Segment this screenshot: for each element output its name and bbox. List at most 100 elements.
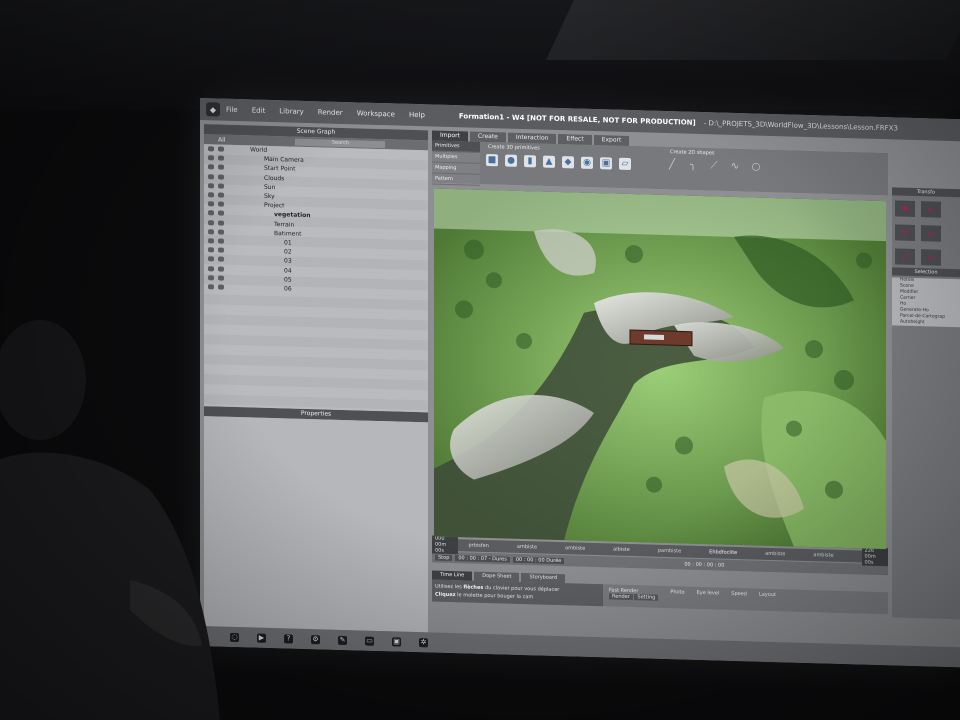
polyline-icon[interactable]: ⟋	[707, 160, 721, 172]
visibility-icon[interactable]	[208, 183, 214, 189]
cone-icon[interactable]: ▲	[543, 155, 555, 168]
visibility-icon[interactable]	[208, 247, 214, 253]
lock-icon[interactable]	[218, 155, 224, 161]
selection-header: Selection	[892, 267, 960, 278]
lock-icon[interactable]	[218, 229, 224, 235]
create-3d-label: Create 3D primitives	[488, 144, 540, 152]
tree-label: Clouds	[264, 174, 285, 183]
render-icon[interactable]: ▣	[392, 636, 401, 647]
ribbon-side: Primitives Multiples Mapping Pattern	[432, 140, 480, 186]
lock-icon[interactable]	[218, 174, 224, 180]
visibility-icon[interactable]	[208, 284, 214, 290]
timeline-tick: ambiste	[813, 552, 834, 559]
help-icon[interactable]: ?	[284, 633, 293, 644]
settings-icon[interactable]: ⚙	[311, 634, 320, 644]
3d-viewport[interactable]	[434, 188, 886, 550]
visibility-icon[interactable]	[208, 146, 214, 152]
tools-icon[interactable]: ✎	[338, 635, 347, 645]
lock-icon[interactable]	[218, 266, 224, 272]
time-field[interactable]: 00 : 00 : 00 Durée	[512, 556, 565, 564]
monitor-icon[interactable]: ▭	[365, 636, 374, 646]
timeline-tick: ambiste	[516, 543, 538, 551]
lock-icon[interactable]	[218, 146, 224, 152]
pyramid-icon[interactable]: ◆	[562, 156, 574, 169]
menu-render[interactable]: Render	[318, 108, 343, 117]
tree-label: Sky	[264, 192, 275, 201]
rotate-icon[interactable]: ↻	[895, 224, 915, 241]
plane-icon[interactable]: ▱	[619, 157, 631, 171]
media-icon[interactable]: ▶	[257, 633, 266, 643]
visibility-icon[interactable]	[208, 164, 214, 170]
gear-icon[interactable]: ✲	[419, 637, 428, 647]
tree-label: Batiment	[274, 229, 302, 238]
visibility-icon[interactable]	[208, 173, 214, 180]
lock-icon[interactable]	[218, 183, 224, 189]
lock-icon[interactable]	[218, 164, 224, 171]
setting-button[interactable]: Setting	[634, 594, 659, 601]
tree-label: 06	[284, 285, 292, 293]
sphere-icon[interactable]: ●	[505, 154, 517, 167]
scale-icon[interactable]: ⤢	[895, 248, 915, 265]
start-icon[interactable]: ◌	[230, 632, 239, 642]
menu-workspace[interactable]: Workspace	[357, 109, 395, 118]
visibility-icon[interactable]	[208, 155, 214, 161]
lock-icon[interactable]	[218, 201, 224, 207]
timeline-start: 000 00m 00s	[432, 535, 459, 555]
list-item[interactable]: Autoheight	[892, 319, 960, 327]
box-icon[interactable]: ▣	[600, 157, 612, 170]
duration-field[interactable]: 00 : 00 : 07 - Dures	[455, 554, 510, 563]
move-value[interactable]: ▭	[921, 201, 941, 218]
lock-icon[interactable]	[218, 256, 224, 263]
visibility-icon[interactable]	[208, 256, 214, 262]
menu-help[interactable]: Help	[409, 111, 425, 119]
line-icon[interactable]: ╱	[665, 159, 679, 171]
layout-label[interactable]: Layout	[753, 588, 782, 611]
visibility-icon[interactable]	[208, 265, 214, 271]
window-path: - D:\_PROJETS_3D\WorldFlow_3D\Lessons\Le…	[703, 119, 898, 133]
fast-render-group: Fast Render Render Setting	[603, 584, 664, 608]
lock-icon[interactable]	[218, 247, 224, 253]
visibility-icon[interactable]	[208, 210, 214, 216]
curve-icon[interactable]: ∿	[728, 161, 742, 173]
tree-label: World	[250, 146, 268, 154]
arc-icon[interactable]: ╮	[686, 160, 700, 172]
render-button[interactable]: Render	[609, 593, 633, 601]
visibility-icon[interactable]	[208, 229, 214, 235]
app-logo-icon[interactable]: ◆	[206, 102, 220, 117]
cube-icon[interactable]: ■	[486, 153, 498, 167]
visibility-icon[interactable]	[208, 238, 214, 244]
tree-label: Start Point	[264, 165, 296, 174]
visibility-icon[interactable]	[208, 274, 214, 281]
photo-label[interactable]: Photo	[664, 586, 690, 609]
timeline-tick: albiste	[613, 546, 630, 554]
visibility-icon[interactable]	[208, 219, 214, 225]
circle-shape-icon[interactable]: ○	[749, 161, 763, 173]
filter-all[interactable]: All	[218, 136, 225, 143]
scale-value[interactable]: ▭	[921, 249, 941, 266]
rotate-value[interactable]: ▭	[921, 225, 941, 242]
visibility-icon[interactable]	[208, 201, 214, 207]
menu-library[interactable]: Library	[279, 107, 303, 116]
eye-level-label[interactable]: Eye level	[691, 587, 726, 610]
move-icon[interactable]: ✥	[895, 200, 915, 217]
properties-panel	[204, 416, 428, 633]
stop-button[interactable]: Stop	[435, 554, 453, 561]
tree-label: 04	[284, 266, 292, 275]
tree-label: Sun	[264, 183, 276, 191]
hint-text: pour bouger la cam	[484, 592, 534, 601]
lock-icon[interactable]	[218, 275, 224, 281]
lock-icon[interactable]	[218, 284, 224, 290]
visibility-icon[interactable]	[208, 192, 214, 198]
lock-icon[interactable]	[218, 238, 224, 244]
lock-icon[interactable]	[218, 210, 224, 217]
hint-text: Utilisez les	[435, 583, 462, 591]
lock-icon[interactable]	[218, 192, 224, 198]
menu-edit[interactable]: Edit	[252, 106, 266, 114]
lock-icon[interactable]	[218, 220, 224, 226]
cylinder-icon[interactable]: ▮	[524, 155, 536, 168]
menu-file[interactable]: File	[226, 106, 238, 114]
speed-label[interactable]: Speed	[725, 588, 753, 611]
tree-label: 02	[284, 248, 292, 256]
torus-icon[interactable]: ◉	[581, 156, 593, 169]
ribbon-pattern[interactable]: Pattern	[432, 173, 480, 186]
